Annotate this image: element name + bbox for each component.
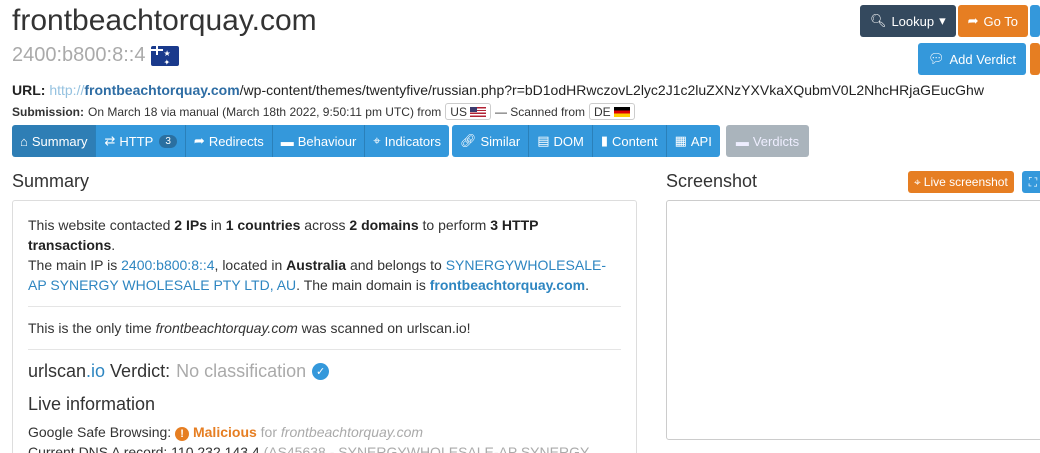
dns-line: Current DNS A record: 110.232.143.4 (AS4… — [28, 442, 621, 453]
tab-summary[interactable]: ⌂ Summary — [12, 125, 97, 157]
summary-panel: This website contacted 2 IPs in 1 countr… — [12, 200, 637, 453]
verdict-buttons: 💬︎ Add Verdict — [917, 43, 1040, 75]
submission-line: Submission: On March 18 via manual (Marc… — [12, 103, 635, 120]
safe-browsing-line: Google Safe Browsing: ! Malicious for fr… — [28, 424, 424, 441]
summary-text: This website contacted 2 IPs in 1 countr… — [28, 217, 606, 293]
dns-asn-link[interactable]: (AS45638 - SYNERGYWHOLESALE-AP SYNERGY — [264, 444, 590, 453]
comment-icon: ▬ — [280, 133, 294, 149]
verdict-line: urlscan.io Verdict: No classification ✓ — [28, 361, 621, 382]
url-line: URL: http://frontbeachtorquay.com/wp-con… — [12, 82, 984, 98]
tab-content[interactable]: ▮ Content — [592, 125, 667, 157]
malicious-label: Malicious — [192, 424, 257, 440]
main-domain-link[interactable]: frontbeachtorquay.com — [430, 277, 585, 293]
main-ip-link[interactable]: 2400:b800:8::4 — [121, 257, 214, 273]
search-icon: 🔍︎ — [869, 13, 887, 28]
tab-group-secondary: 🔗︎ Similar ▤ DOM ▮ Content ▦ API — [451, 125, 720, 157]
top-buttons: 🔍︎ Lookup ▾ ➦ Go To — [859, 5, 1040, 37]
add-verdict-button[interactable]: 💬︎ Add Verdict — [917, 43, 1026, 75]
caret-down-icon: ▾ — [939, 13, 946, 28]
screenshot-heading: Screenshot — [666, 171, 758, 191]
summary-heading: Summary — [12, 171, 90, 191]
dns-value: 110.232.143.4 — [171, 444, 260, 453]
share-arrow-icon: ➦ — [967, 13, 979, 28]
crosshairs-icon: ⌖ — [373, 133, 381, 148]
url-scheme: http:// — [49, 82, 85, 98]
file-icon: ▮ — [600, 133, 609, 148]
dom-icon: ▤ — [537, 133, 550, 148]
tab-http[interactable]: ⇄ HTTP 3 — [96, 125, 186, 157]
tab-group-main: ⌂ Summary ⇄ HTTP 3 ➦ Redirects ▬ Behaviour ⌖ I… — [12, 125, 449, 157]
verdict-value: No classification — [176, 361, 307, 381]
divider — [28, 306, 621, 307]
comment-icon: ▬ — [735, 133, 749, 149]
lookup-button[interactable]: 🔍︎ Lookup ▾ — [859, 5, 956, 37]
live-screenshot-button[interactable]: ⌖ Live screenshot — [908, 171, 1014, 193]
qrcode-icon: ▦ — [674, 133, 687, 148]
exchange-icon: ⇄ — [104, 133, 116, 148]
share-icon: ➦ — [193, 133, 205, 148]
tab-dom[interactable]: ▤ DOM — [529, 125, 593, 157]
tab-similar[interactable]: 🔗︎ Similar — [451, 125, 530, 157]
country-us-badge[interactable]: US — [445, 103, 491, 120]
check-circle-icon: ✓ — [312, 363, 330, 380]
exclamation-circle-icon: ! — [175, 427, 190, 441]
tab-behaviour[interactable]: ▬ Behaviour — [272, 125, 366, 157]
only-scan-text: This is the only time frontbeachtorquay.… — [28, 320, 471, 336]
url-path: /wp-content/themes/twentyfive/russian.ph… — [239, 82, 984, 98]
ip-address: 2400:b800:8::4 — [12, 44, 146, 66]
comment-icon: 💬︎ — [927, 51, 945, 66]
tab-redirects[interactable]: ➦ Redirects — [185, 125, 273, 157]
tab-verdicts[interactable]: ▬ Verdicts — [725, 125, 810, 157]
de-flag-icon — [613, 106, 630, 117]
tab-bar: ⌂ Summary ⇄ HTTP 3 ➦ Redirects ▬ Behaviour ⌖ I… — [12, 125, 810, 157]
country-de-badge[interactable]: DE — [589, 103, 635, 120]
link-icon: 🔗︎ — [459, 133, 477, 148]
expand-icon[interactable]: ⛶ — [1022, 171, 1040, 193]
home-icon: ⌂ — [20, 133, 28, 149]
au-flag-icon — [151, 45, 180, 66]
goto-button[interactable]: ➦ Go To — [957, 5, 1028, 37]
ip-line: 2400:b800:8::4 — [12, 44, 180, 67]
extra-blue-button[interactable] — [1030, 5, 1040, 37]
us-flag-icon — [469, 106, 486, 117]
page-title: frontbeachtorquay.com — [12, 4, 317, 37]
tab-indicators[interactable]: ⌖ Indicators — [365, 125, 449, 157]
http-count-badge: 3 — [159, 134, 177, 148]
divider — [28, 349, 621, 350]
live-info-heading: Live information — [28, 394, 156, 414]
extra-orange-button[interactable] — [1030, 43, 1040, 75]
tab-api[interactable]: ▦ API — [666, 125, 720, 157]
screenshot-panel — [666, 200, 1040, 440]
crosshairs-icon: ⌖ — [914, 174, 921, 189]
url-domain[interactable]: frontbeachtorquay.com — [84, 82, 239, 98]
